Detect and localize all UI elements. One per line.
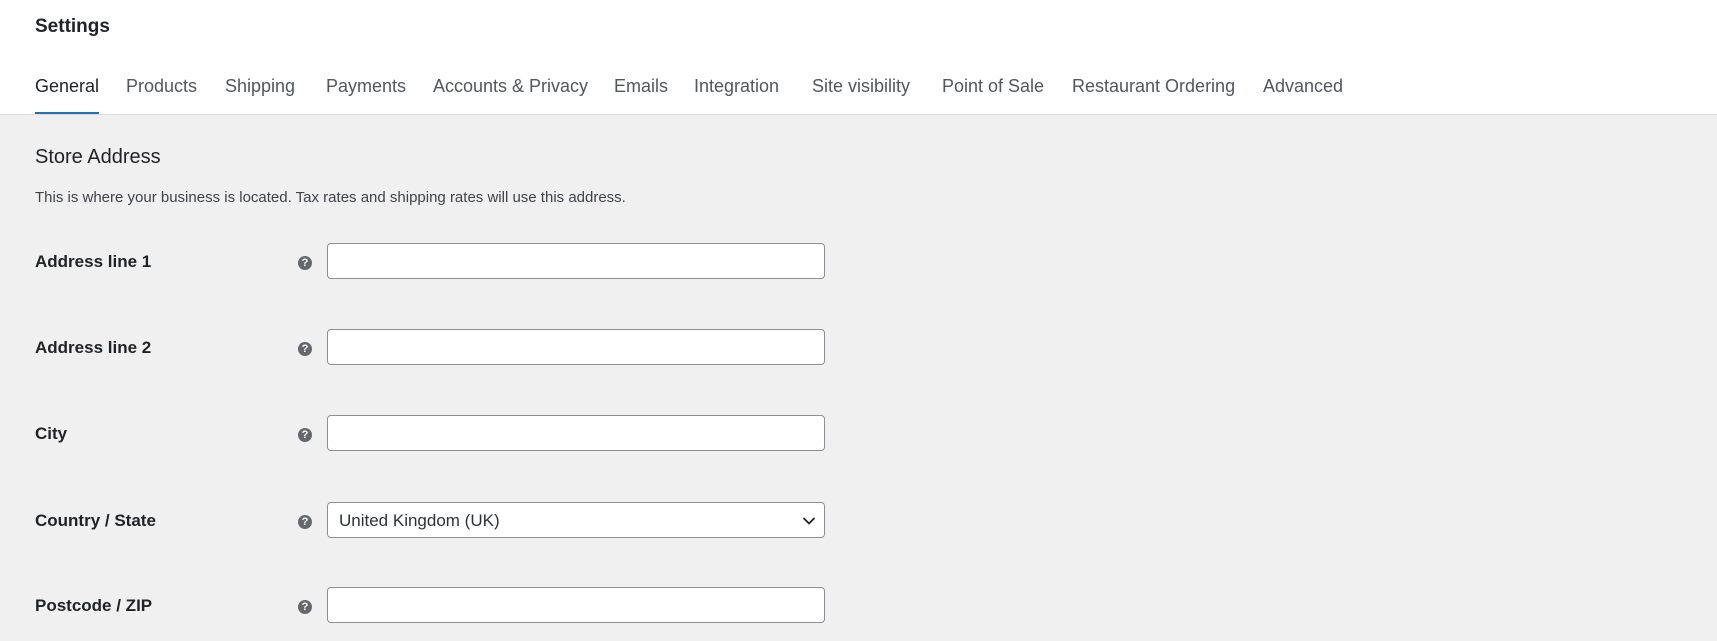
page-title: Settings [35,16,110,37]
postcode-row: Postcode / ZIP ? [0,587,1717,627]
address-line-2-row: Address line 2 ? [0,329,1717,369]
tab-restaurant-ordering[interactable]: Restaurant Ordering [1072,76,1235,114]
help-icon[interactable]: ? [298,600,312,614]
address-line-1-input[interactable] [327,243,825,279]
help-icon[interactable]: ? [298,515,312,529]
postcode-input[interactable] [327,587,825,623]
tab-advanced[interactable]: Advanced [1263,76,1343,114]
tab-site-visibility[interactable]: Site visibility [812,76,910,114]
postcode-label: Postcode / ZIP [35,596,153,615]
address-line-2-label: Address line 2 [35,338,152,357]
country-state-select[interactable]: United Kingdom (UK) [327,502,825,538]
tab-emails[interactable]: Emails [614,76,668,114]
settings-header: Settings General Products Shipping Payme… [0,0,1717,115]
tab-products[interactable]: Products [126,76,197,114]
tab-accounts-privacy[interactable]: Accounts & Privacy [433,76,588,114]
chevron-down-icon [803,517,815,525]
section-description: This is where your business is located. … [35,189,626,206]
city-input[interactable] [327,415,825,451]
tab-payments[interactable]: Payments [326,76,406,114]
address-line-1-row: Address line 1 ? [0,243,1717,283]
country-state-label: Country / State [35,511,156,530]
tab-shipping[interactable]: Shipping [225,76,295,114]
city-row: City ? [0,415,1717,455]
tab-general[interactable]: General [35,76,100,114]
help-icon[interactable]: ? [298,342,312,356]
section-title: Store Address [35,146,161,168]
help-icon[interactable]: ? [298,428,312,442]
help-icon[interactable]: ? [298,256,312,270]
tab-integration[interactable]: Integration [694,76,779,114]
tab-point-of-sale[interactable]: Point of Sale [942,76,1044,114]
country-state-selected: United Kingdom (UK) [339,511,500,530]
address-line-1-label: Address line 1 [35,252,152,271]
country-state-row: Country / State ? United Kingdom (UK) [0,502,1717,542]
city-label: City [35,424,68,443]
address-line-2-input[interactable] [327,329,825,365]
